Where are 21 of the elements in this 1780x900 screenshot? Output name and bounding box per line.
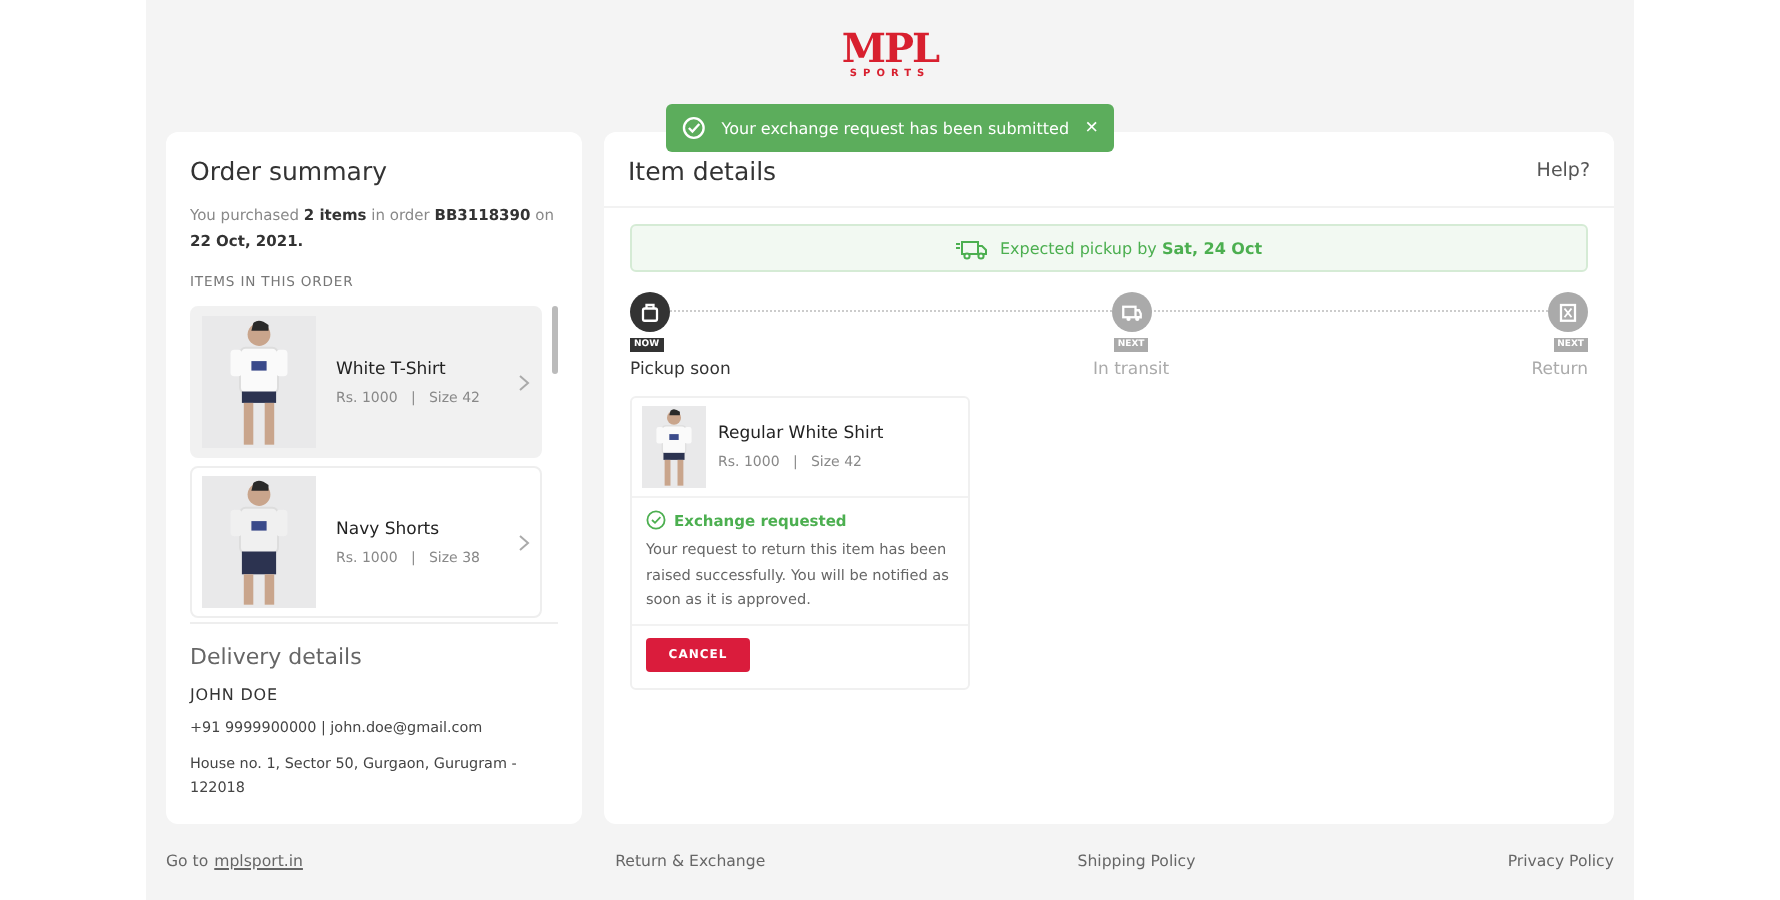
item-name: Regular White Shirt [718, 424, 886, 444]
item-name: Navy Shorts [336, 519, 442, 539]
card-title: Order summary [190, 156, 389, 186]
item-name: White T-Shirt [336, 359, 448, 379]
chevron-icon [518, 373, 530, 391]
toast-message: Your exchange request has been submitted [721, 119, 1070, 137]
logo-mark: MPL [841, 28, 939, 68]
help-link[interactable]: Help? [1536, 160, 1590, 182]
section-title: Delivery details [190, 644, 364, 670]
check-icon [646, 510, 666, 530]
pickup-text: Expected pickup by Sat, 24 Oct [999, 239, 1263, 257]
truck-icon [955, 237, 988, 259]
check-icon [682, 116, 706, 140]
card-title: Item details [628, 156, 777, 186]
customer-name: JOHN DOE [190, 686, 280, 704]
scrollbar[interactable] [552, 306, 558, 374]
chevron-icon [518, 533, 530, 551]
step-label: Pickup soon [630, 360, 731, 380]
step-label: Return [1531, 360, 1588, 380]
close-button[interactable]: × [1085, 116, 1098, 140]
step-label: In transit [1092, 360, 1170, 380]
